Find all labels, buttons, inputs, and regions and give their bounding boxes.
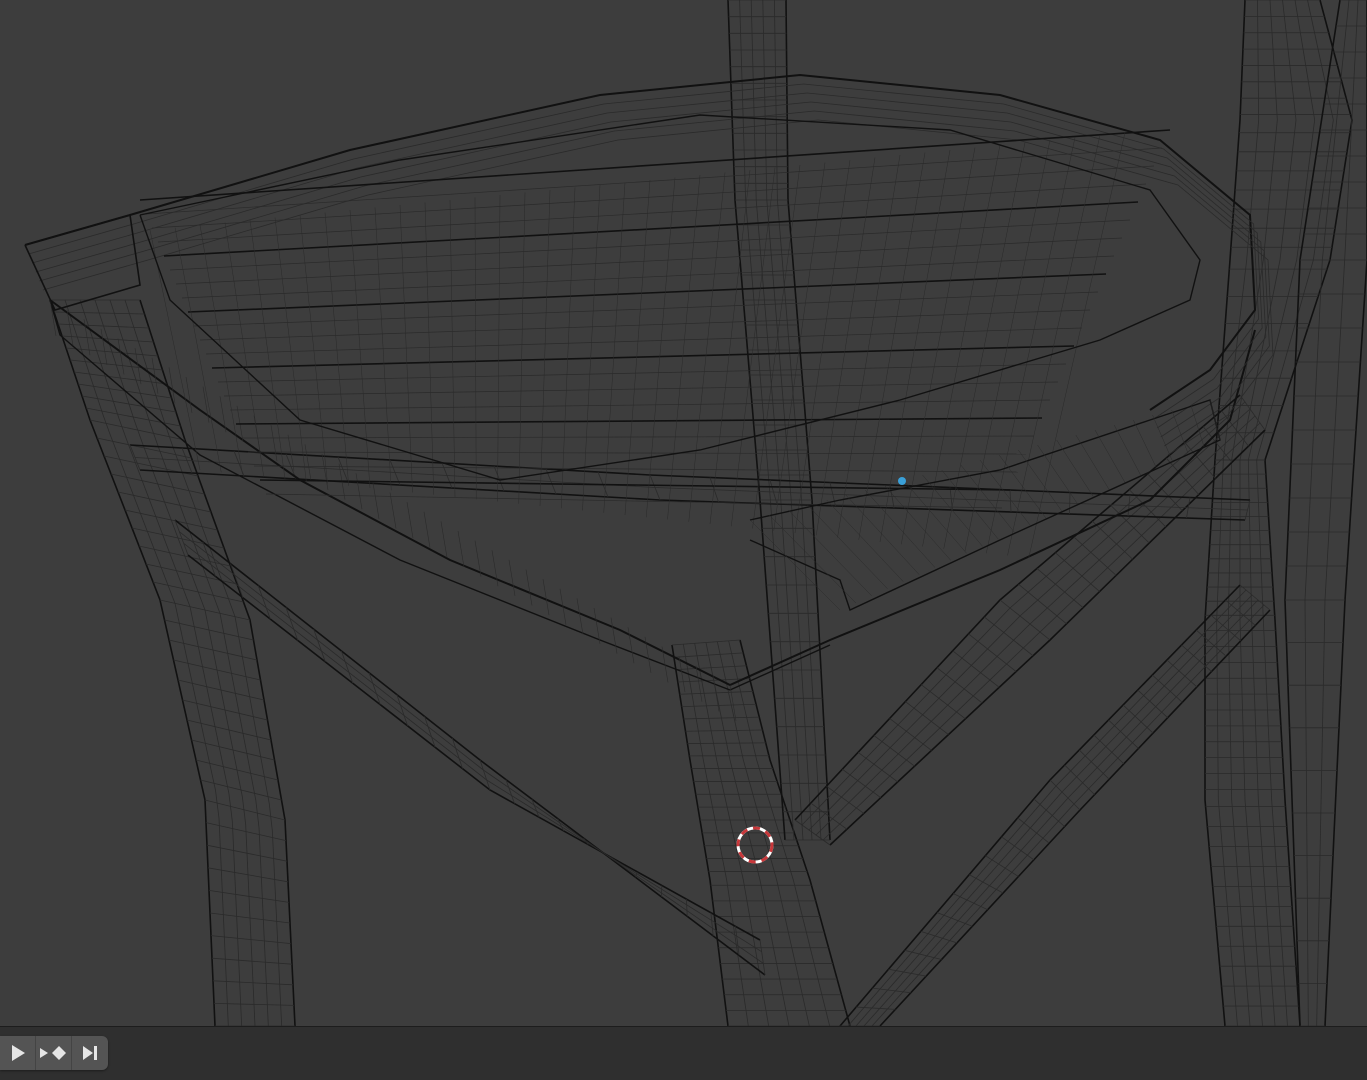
seat bbox=[24, 73, 1274, 722]
back-right-leg bbox=[1204, 459, 1301, 1026]
play-icon bbox=[11, 1045, 25, 1061]
3d-viewport[interactable] bbox=[0, 0, 1367, 1026]
seat-side-panel bbox=[749, 399, 1221, 611]
seat-corner-block bbox=[24, 213, 141, 311]
play-button[interactable] bbox=[0, 1036, 36, 1070]
back-frame-right bbox=[1284, 0, 1367, 1026]
front-right-leg bbox=[671, 639, 851, 1026]
jump-keyframe-button[interactable] bbox=[36, 1036, 72, 1070]
selected-vertex bbox=[898, 477, 906, 485]
seat-top-edge bbox=[24, 73, 1257, 411]
jump-end-button[interactable] bbox=[72, 1036, 108, 1070]
front-left-leg bbox=[49, 299, 296, 1026]
keyframe-jump-icon bbox=[39, 1046, 66, 1060]
jump-to-end-icon bbox=[83, 1046, 97, 1060]
timeline-bar bbox=[0, 1026, 1367, 1080]
wireframe-scene[interactable] bbox=[0, 0, 1367, 1026]
transport-controls bbox=[0, 1036, 108, 1070]
side-stretcher-right-upper bbox=[794, 394, 1266, 846]
